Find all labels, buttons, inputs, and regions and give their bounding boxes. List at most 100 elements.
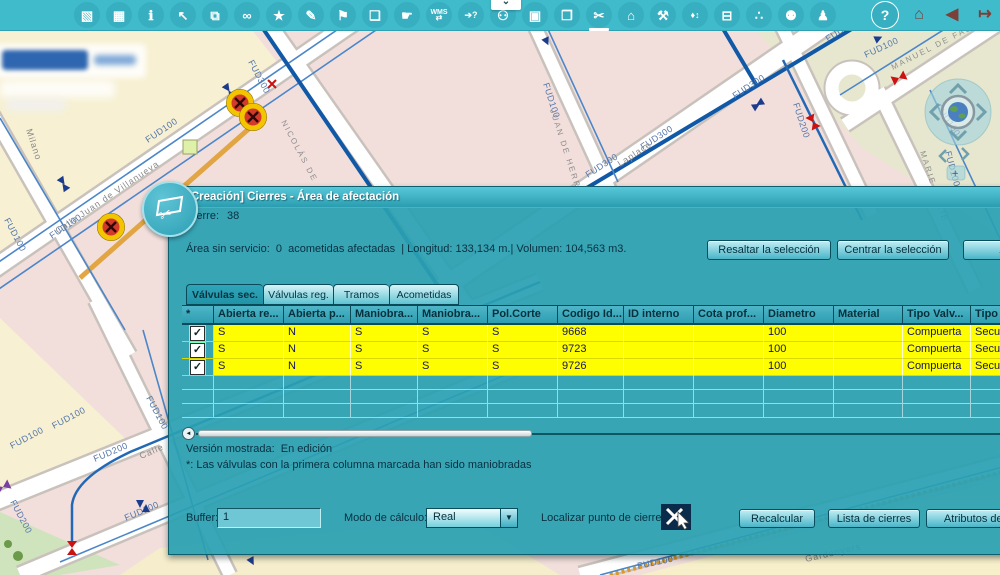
table-cell[interactable]: S (214, 325, 284, 342)
atributos-cierre-button[interactable]: Atributos del Cierre (926, 509, 1000, 528)
map-icon[interactable]: ▧ (74, 2, 100, 28)
table-icon[interactable]: ▦ (106, 2, 132, 28)
centrar-seleccion-button[interactable]: Centrar la selección (837, 240, 949, 260)
table-cell[interactable]: S (488, 359, 558, 376)
palette-icon[interactable]: ⚉ (778, 2, 804, 28)
screen-users-icon[interactable]: ⚇ (490, 2, 516, 28)
edit-icon[interactable]: ✎ (298, 2, 324, 28)
table-cell[interactable]: Secundaria (971, 342, 1000, 359)
zoom-seleccion-button[interactable]: Zoom... (963, 240, 1000, 260)
maniobrada-checkbox[interactable]: ✓ (190, 360, 205, 375)
map-flag-icon[interactable]: ⚑ (330, 2, 356, 28)
column-header[interactable]: Material (834, 305, 903, 325)
table-cell[interactable]: N (284, 342, 351, 359)
table-cell[interactable]: 9726 (558, 359, 624, 376)
table-cell[interactable]: S (418, 342, 488, 359)
table-cell[interactable]: S (351, 359, 418, 376)
column-header[interactable]: Maniobra... (351, 305, 418, 325)
map-route-icon[interactable]: ❏ (362, 2, 388, 28)
help-go-icon[interactable]: ➔? (458, 2, 484, 28)
print-copies-icon[interactable]: ❒ (554, 2, 580, 28)
tab-tramos[interactable]: Tramos (333, 284, 389, 305)
table-cell[interactable]: Compuerta (903, 342, 971, 359)
share-icon[interactable]: ∴ (746, 2, 772, 28)
table-cell[interactable]: N (284, 325, 351, 342)
home-red-icon[interactable]: ⌂ (906, 2, 932, 28)
table-cell[interactable]: S (488, 342, 558, 359)
table-cell[interactable]: N (284, 359, 351, 376)
info-icon[interactable]: ℹ (138, 2, 164, 28)
map-scissors-icon[interactable]: ✂ (586, 2, 612, 28)
table-horizontal-scrollbar[interactable]: ◄ (182, 427, 1000, 440)
column-header[interactable]: Diametro (764, 305, 834, 325)
table-cell[interactable] (834, 342, 903, 359)
selected-valve-icon[interactable] (240, 104, 267, 131)
cursor-icon[interactable]: ↖ (170, 2, 196, 28)
table-cell[interactable]: S (351, 325, 418, 342)
table-cell[interactable]: S (418, 359, 488, 376)
comment-icon[interactable]: ⊟ (714, 2, 740, 28)
table-cell[interactable]: S (351, 342, 418, 359)
table-cell[interactable]: Compuerta (903, 325, 971, 342)
tools-icon[interactable]: ⚒ (650, 2, 676, 28)
table-cell[interactable]: 9723 (558, 342, 624, 359)
dropdown-arrow-icon[interactable]: ▼ (500, 509, 517, 527)
scrollbar-thumb[interactable] (198, 430, 532, 437)
exit-red-icon[interactable]: ↦ (972, 2, 998, 28)
maniobrada-checkbox[interactable]: ✓ (190, 326, 205, 341)
water-exchange-icon[interactable]: ♦↕ (682, 2, 708, 28)
table-cell[interactable]: 100 (764, 342, 834, 359)
selected-point-marker[interactable] (183, 140, 197, 154)
maniobrada-checkbox[interactable]: ✓ (190, 343, 205, 358)
table-cell[interactable]: S (418, 325, 488, 342)
binoculars-icon[interactable]: ∞ (234, 2, 260, 28)
modo-calculo-select[interactable]: Real ▼ (426, 508, 518, 528)
home-icon[interactable]: ⌂ (618, 2, 644, 28)
back-red-icon[interactable]: ◀ (939, 2, 965, 28)
resaltar-seleccion-button[interactable]: Resaltar la selección (707, 240, 831, 260)
tab-v-lvulas-reg-[interactable]: Válvulas reg. (263, 284, 333, 305)
table-cell[interactable]: Compuerta (903, 359, 971, 376)
wms-icon[interactable]: WMS⇄ (426, 2, 452, 28)
lista-cierres-button[interactable]: Lista de cierres (828, 509, 920, 528)
table-cell[interactable]: S (214, 359, 284, 376)
star-icon[interactable]: ★ (266, 2, 292, 28)
column-header[interactable]: Maniobra... (418, 305, 488, 325)
column-header[interactable]: Tipo (971, 305, 1000, 325)
table-cell[interactable] (624, 342, 694, 359)
table-cell[interactable]: S (488, 325, 558, 342)
column-header[interactable]: ID interno (624, 305, 694, 325)
column-header[interactable]: Abierta re... (214, 305, 284, 325)
column-header[interactable]: Cota prof... (694, 305, 764, 325)
layers-icon[interactable]: ⧉ (202, 2, 228, 28)
column-header[interactable]: Tipo Valv... (903, 305, 971, 325)
valve-row[interactable]: ✓SNSSS9723100CompuertaSecundaria (182, 342, 1000, 359)
buffer-input[interactable]: 1 (217, 508, 321, 528)
selected-valve-icon[interactable] (98, 214, 125, 241)
column-header[interactable]: Pol.Corte (488, 305, 558, 325)
user-icon[interactable]: ♟ (810, 2, 836, 28)
map-select-icon[interactable]: ☛ (394, 2, 420, 28)
column-header[interactable]: Abierta p... (284, 305, 351, 325)
column-header[interactable]: Codigo Id... (558, 305, 624, 325)
valve-row[interactable]: ✓SNSSS9726100CompuertaSecundaria (182, 359, 1000, 376)
table-cell[interactable] (694, 325, 764, 342)
table-cell[interactable] (624, 325, 694, 342)
table-cell[interactable] (624, 359, 694, 376)
table-cell[interactable]: S (214, 342, 284, 359)
print-icon[interactable]: ▣ (522, 2, 548, 28)
table-cell[interactable]: Secundaria (971, 325, 1000, 342)
scroll-left-button[interactable]: ◄ (182, 427, 195, 440)
recalcular-button[interactable]: Recalcular (739, 509, 815, 528)
table-cell[interactable]: 100 (764, 359, 834, 376)
tab-v-lvulas-sec-[interactable]: Válvulas sec. (186, 284, 263, 305)
table-cell[interactable] (834, 359, 903, 376)
table-cell[interactable] (694, 359, 764, 376)
localizar-punto-button[interactable] (661, 504, 691, 530)
table-cell[interactable] (694, 342, 764, 359)
help-icon[interactable]: ? (871, 1, 899, 29)
column-header[interactable]: * (182, 305, 214, 325)
valve-row[interactable]: ✓SNSSS9668100CompuertaSecundaria (182, 325, 1000, 342)
table-cell[interactable]: 9668 (558, 325, 624, 342)
dialog-title[interactable]: [Creación] Cierres - Área de afectación (169, 187, 1000, 208)
